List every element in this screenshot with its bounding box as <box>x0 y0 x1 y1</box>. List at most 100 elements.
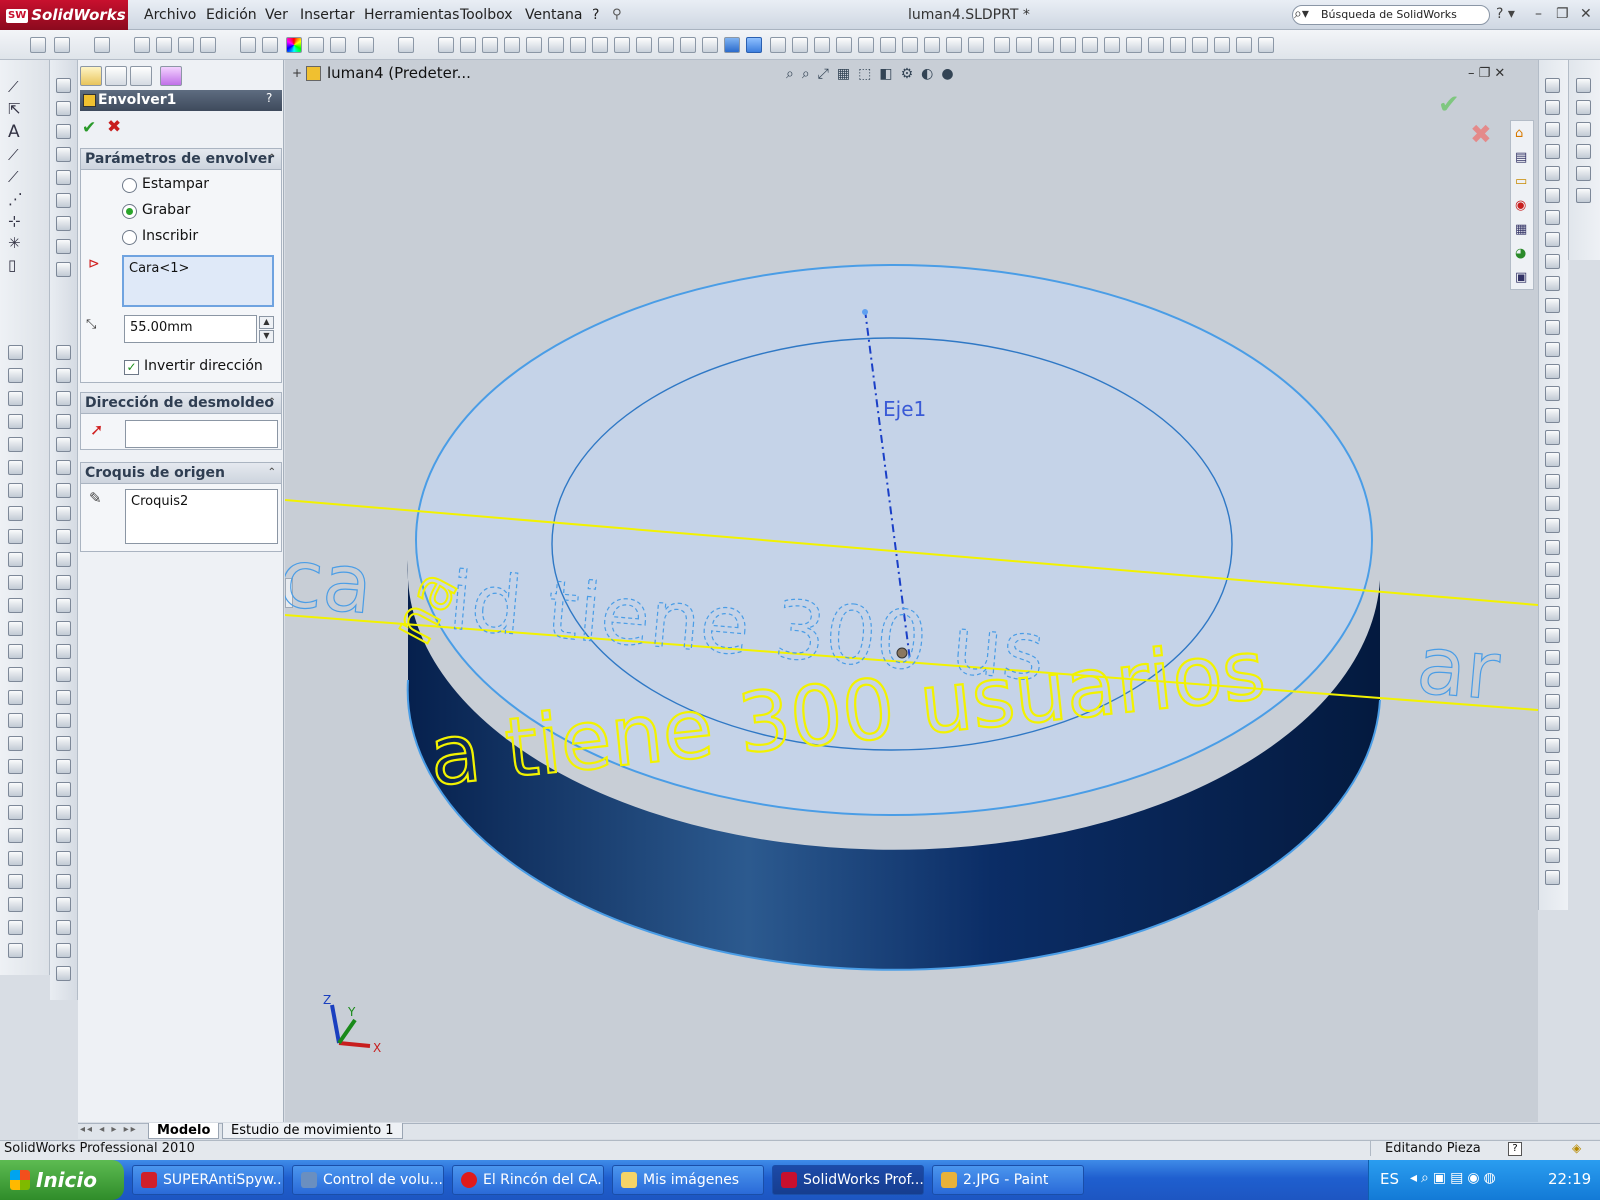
resources-home-icon[interactable]: ⌂ <box>1515 126 1523 141</box>
rv-section-icon[interactable] <box>1576 188 1591 203</box>
r-ellipse-icon[interactable] <box>1545 188 1560 203</box>
smart-dim-icon[interactable]: ⟋ <box>8 146 19 164</box>
r-polygon-icon[interactable] <box>1545 210 1560 225</box>
view-iso-icon[interactable] <box>836 37 852 53</box>
surface-extrude-icon[interactable] <box>56 345 71 360</box>
sketch-fillet-icon[interactable]: ✳ <box>8 234 21 252</box>
r-more-icon[interactable] <box>1545 870 1560 885</box>
minimize-icon[interactable]: – <box>1535 6 1542 22</box>
appearances-icon[interactable]: ◕ <box>1515 246 1526 261</box>
r-move-icon[interactable] <box>1545 496 1560 511</box>
surface-scale-icon[interactable] <box>56 920 71 935</box>
r-fillet-icon[interactable] <box>1545 320 1560 335</box>
depth-up-icon[interactable]: ▲ <box>259 316 274 329</box>
rv-pan-icon[interactable] <box>1576 166 1591 181</box>
feature-shell-icon[interactable] <box>8 598 23 613</box>
r-stretch-icon[interactable] <box>1545 584 1560 599</box>
pattern-icon[interactable] <box>592 37 608 53</box>
feature-rib-icon[interactable] <box>8 575 23 590</box>
view-left-icon[interactable] <box>902 37 918 53</box>
tab-scroll-arrows-icon[interactable]: ◂◂ ◂ ▸ ▸▸ <box>80 1124 138 1135</box>
rv-zoom-area-icon[interactable] <box>1576 100 1591 115</box>
extrude-icon[interactable] <box>438 37 454 53</box>
pm-help-icon[interactable]: ? <box>266 91 272 105</box>
rebuild-icon[interactable] <box>94 37 110 53</box>
menu-ver[interactable]: Ver <box>265 7 288 23</box>
solidworks-logo[interactable]: SW SolidWorks <box>0 0 128 30</box>
design-library-icon[interactable]: ▤ <box>1515 150 1527 165</box>
select-filter-icon[interactable]: ⇱ <box>8 100 21 118</box>
menu-help[interactable]: ? <box>592 7 599 23</box>
radio-inscribir[interactable] <box>122 230 137 245</box>
menu-toolbox[interactable]: Toolbox <box>460 7 513 23</box>
pin-icon[interactable]: ⚲ <box>612 7 622 22</box>
surface-extend-icon[interactable] <box>56 529 71 544</box>
r-3d-sketch-icon[interactable] <box>1545 848 1560 863</box>
polygon-icon[interactable] <box>1148 37 1164 53</box>
feature-wrap-icon[interactable] <box>8 736 23 751</box>
color-feature-icon[interactable] <box>56 101 71 116</box>
centerline-icon[interactable]: ⋰ <box>8 190 23 208</box>
surface-fill-icon[interactable] <box>56 575 71 590</box>
view-top-icon[interactable] <box>946 37 962 53</box>
depth-down-icon[interactable]: ▼ <box>259 330 274 343</box>
ok-check-icon[interactable]: ✔ <box>82 118 96 138</box>
r-convert-icon[interactable] <box>1545 386 1560 401</box>
r-point-icon[interactable] <box>1545 254 1560 269</box>
depth-input[interactable]: 55.00mm <box>124 315 257 343</box>
r-dimension-icon[interactable] <box>1545 672 1560 687</box>
spline-icon[interactable] <box>1126 37 1142 53</box>
save-icon[interactable] <box>54 37 70 53</box>
feature-flex-icon[interactable] <box>8 759 23 774</box>
sketch-tool-icon[interactable] <box>1016 37 1032 53</box>
r-circ-pattern-icon[interactable] <box>1545 628 1560 643</box>
help-icon[interactable]: ? ▾ <box>1496 6 1515 22</box>
file-explorer-icon[interactable]: ▭ <box>1515 174 1527 189</box>
surface-sweep-icon[interactable] <box>56 391 71 406</box>
task-solidworks[interactable]: SolidWorks Prof... <box>772 1165 924 1195</box>
menu-edicion[interactable]: Edición <box>206 7 257 23</box>
offset-icon[interactable] <box>1192 37 1208 53</box>
line-icon[interactable] <box>1038 37 1054 53</box>
rv-rotate-icon[interactable] <box>1576 144 1591 159</box>
r-mirror-icon[interactable] <box>1545 474 1560 489</box>
r-offset-icon[interactable] <box>1545 364 1560 379</box>
surface-copy-icon[interactable] <box>56 897 71 912</box>
rib-icon[interactable] <box>680 37 696 53</box>
r-extend-icon[interactable] <box>1545 430 1560 445</box>
language-indicator[interactable]: ES <box>1380 1170 1399 1188</box>
r-pattern-icon[interactable] <box>1545 606 1560 621</box>
boss-loft-icon[interactable] <box>8 414 23 429</box>
surface-cut-icon[interactable] <box>56 759 71 774</box>
boss-extrude-icon[interactable] <box>8 345 23 360</box>
r-grid-icon[interactable] <box>1545 738 1560 753</box>
chamfer-icon[interactable] <box>548 37 564 53</box>
sum-icon[interactable] <box>658 37 674 53</box>
loft-icon[interactable] <box>504 37 520 53</box>
convert-icon[interactable] <box>1214 37 1230 53</box>
options-icon[interactable] <box>134 37 150 53</box>
search-pane-icon[interactable]: ◉ <box>1515 198 1526 213</box>
r-picture-icon[interactable] <box>1545 782 1560 797</box>
cut-extrude-icon[interactable] <box>8 437 23 452</box>
surface-radiate-icon[interactable] <box>56 460 71 475</box>
group-pull-direction-header[interactable]: Dirección de desmoldeo ⌃ <box>80 392 282 414</box>
rv-zoom-icon[interactable] <box>1576 122 1591 137</box>
rectangle-icon[interactable] <box>1060 37 1076 53</box>
restore-icon[interactable]: ❐ <box>1556 6 1569 22</box>
surface-freeform-icon[interactable] <box>56 736 71 751</box>
surface-knit-icon[interactable] <box>56 483 71 498</box>
r-centerline-icon[interactable] <box>1545 276 1560 291</box>
cut-loft-icon[interactable] <box>8 506 23 521</box>
redo-icon[interactable] <box>398 37 414 53</box>
axis-feature-icon[interactable] <box>56 147 71 162</box>
status-tag-icon[interactable]: ◈ <box>1572 1141 1581 1155</box>
task-opera-browser[interactable]: El Rincón del CA... <box>452 1165 604 1195</box>
spell-icon[interactable] <box>330 37 346 53</box>
search-icon[interactable]: ⌕▾ <box>1294 6 1309 22</box>
feature-split-icon[interactable] <box>8 782 23 797</box>
cut-sweep-icon[interactable] <box>8 483 23 498</box>
feature-intersect-icon[interactable] <box>8 851 23 866</box>
view-trimetric-icon[interactable] <box>858 37 874 53</box>
dimxpert-tab-icon[interactable] <box>160 66 182 86</box>
